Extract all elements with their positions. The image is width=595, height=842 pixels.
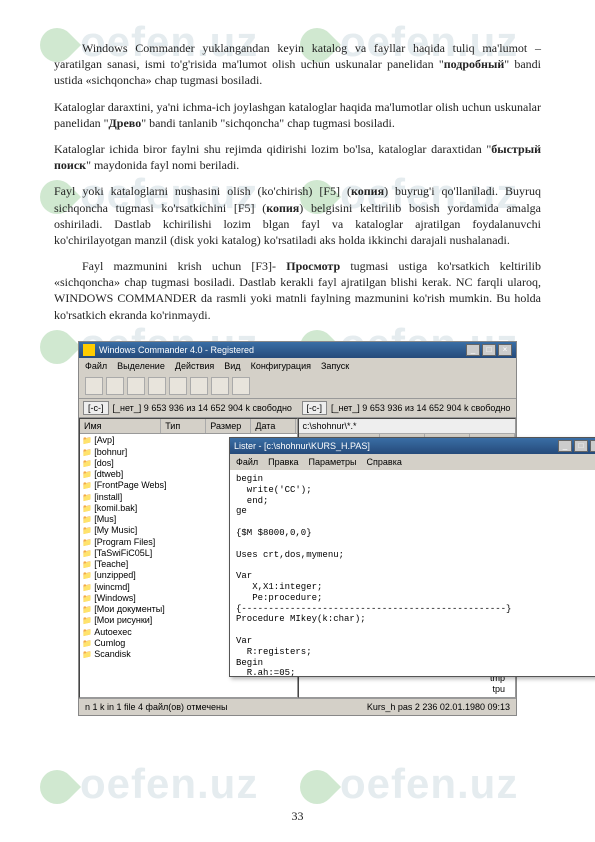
col-size[interactable]: Размер — [206, 419, 251, 433]
lister-body[interactable]: begin write('CC'); end; ge {$M $8000,0,0… — [230, 470, 595, 676]
paragraph-2: Kataloglar daraxtini, ya'ni ichma-ich jo… — [54, 99, 541, 131]
menu-item[interactable]: Справка — [367, 456, 402, 468]
drive-info-left: [_нет_] 9 653 936 из 14 652 904 k свобод… — [113, 402, 292, 414]
minimize-button[interactable]: _ — [466, 344, 480, 356]
drive-info-right: [_нет_] 9 653 936 из 14 652 904 k свобод… — [331, 402, 510, 414]
toolbar-button[interactable] — [127, 377, 145, 395]
toolbar-button[interactable] — [169, 377, 187, 395]
maximize-button[interactable]: □ — [482, 344, 496, 356]
menu-item[interactable]: Файл — [85, 360, 107, 372]
page-number: 33 — [0, 809, 595, 824]
paragraph-4: Fayl yoki kataloglarni nushasini olish (… — [54, 183, 541, 248]
lister-minimize[interactable]: _ — [558, 440, 572, 452]
status-left: n 1 k in 1 file 4 файл(ов) отмечены — [85, 701, 227, 713]
menu-item[interactable]: Правка — [268, 456, 298, 468]
toolbar-button[interactable] — [85, 377, 103, 395]
menu-item[interactable]: Параметры — [309, 456, 357, 468]
menu-item[interactable]: Действия — [175, 360, 214, 372]
list-item[interactable]: tpu — [303, 696, 512, 698]
document-body: Windows Commander yuklangandan keyin kat… — [0, 0, 595, 716]
toolbar-button[interactable] — [232, 377, 250, 395]
drive-selector-right[interactable]: [-c-] — [302, 401, 328, 415]
app-screenshot: Windows Commander 4.0 - Registered _ □ ×… — [78, 341, 517, 717]
status-bar: n 1 k in 1 file 4 файл(ов) отмечены Kurs… — [79, 698, 516, 715]
close-button[interactable]: × — [498, 344, 512, 356]
toolbar-button[interactable] — [148, 377, 166, 395]
lister-window[interactable]: Lister - [c:\shohnur\KURS_H.PAS] _ □ × Ф… — [229, 437, 595, 677]
paragraph-3: Kataloglar ichida biror faylni shu rejim… — [54, 141, 541, 173]
menu-item[interactable]: Вид — [224, 360, 240, 372]
toolbar-button[interactable] — [106, 377, 124, 395]
drive-selector-left[interactable]: [-c-] — [83, 401, 109, 415]
lister-menu: Файл Правка Параметры Справка — [230, 454, 595, 470]
menu-item[interactable]: Конфигурация — [251, 360, 311, 372]
app-toolbar — [79, 374, 516, 399]
lister-title: Lister - [c:\shohnur\KURS_H.PAS] — [234, 440, 370, 452]
paragraph-1: Windows Commander yuklangandan keyin kat… — [54, 40, 541, 89]
app-title: Windows Commander 4.0 - Registered — [99, 344, 254, 356]
paragraph-5: Fayl mazmunini krish uchun [F3]- Просмот… — [54, 258, 541, 323]
col-name[interactable]: Имя — [80, 419, 161, 433]
lister-maximize[interactable]: □ — [574, 440, 588, 452]
toolbar-button[interactable] — [190, 377, 208, 395]
lister-titlebar[interactable]: Lister - [c:\shohnur\KURS_H.PAS] _ □ × — [230, 438, 595, 454]
menu-item[interactable]: Файл — [236, 456, 258, 468]
status-right: Kurs_h pas 2 236 02.01.1980 09:13 — [367, 701, 510, 713]
right-path[interactable]: c:\shohnur\*.* — [299, 419, 516, 434]
app-icon — [83, 344, 95, 356]
list-item[interactable]: tpu — [303, 684, 512, 696]
col-type[interactable]: Тип — [161, 419, 206, 433]
app-titlebar[interactable]: Windows Commander 4.0 - Registered _ □ × — [79, 342, 516, 358]
menu-item[interactable]: Запуск — [321, 360, 349, 372]
app-menubar: Файл Выделение Действия Вид Конфигурация… — [79, 358, 516, 374]
lister-close[interactable]: × — [590, 440, 595, 452]
col-date[interactable]: Дата — [251, 419, 296, 433]
menu-item[interactable]: Выделение — [117, 360, 165, 372]
toolbar-button[interactable] — [211, 377, 229, 395]
